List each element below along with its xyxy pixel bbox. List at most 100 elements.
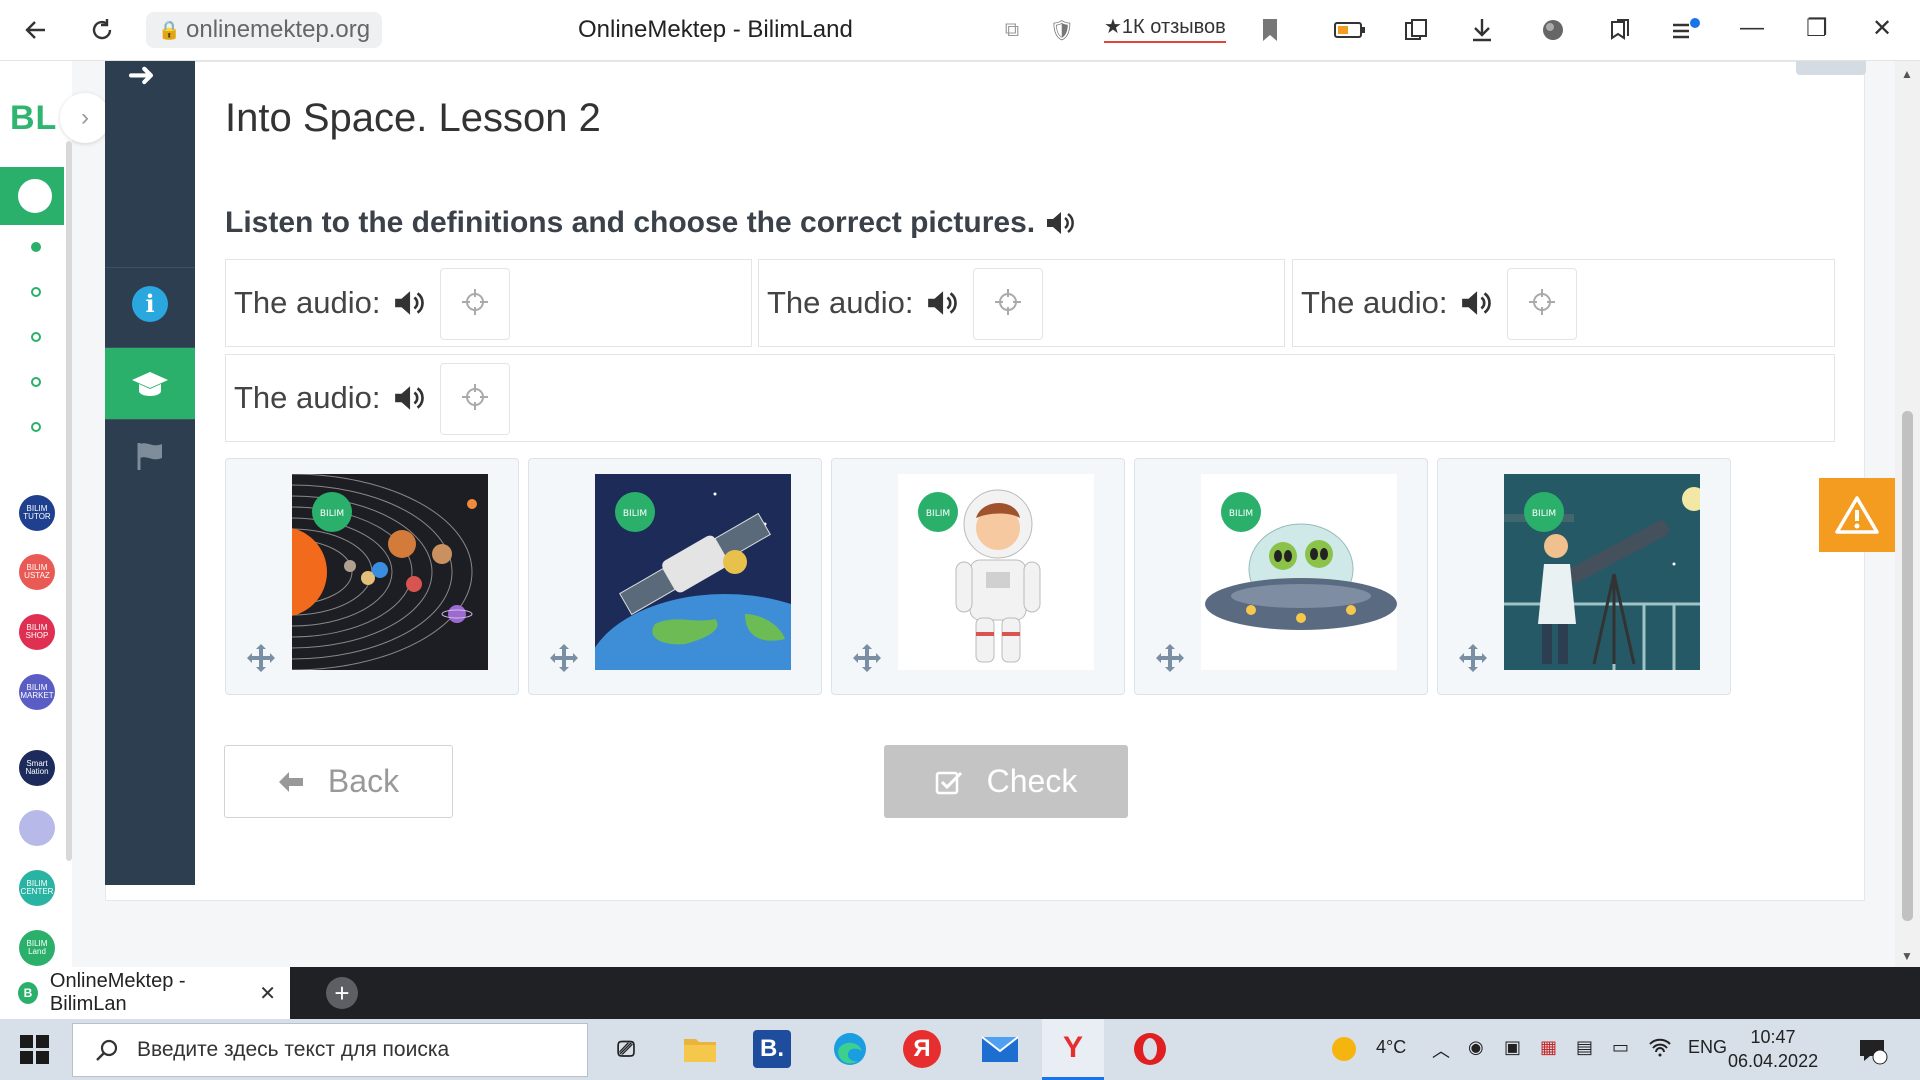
share-icon[interactable]: ⧉ [994,12,1030,48]
lesson-button[interactable] [105,347,195,419]
drop-target[interactable] [440,363,510,435]
info-button[interactable]: i [105,267,195,339]
site-app-icon[interactable]: BILIM CENTER [19,870,55,906]
close-window-icon[interactable]: ✕ [1872,14,1892,43]
clock[interactable]: 10:47 06.04.2022 [1728,1025,1818,1073]
drag-handle-icon[interactable] [246,643,276,681]
back-button[interactable]: Back [224,745,453,818]
collections-icon[interactable] [1398,12,1434,48]
check-button[interactable]: Check [884,745,1128,818]
task-view-icon[interactable]: ⎚ [604,1027,648,1071]
tray-record-icon[interactable]: ◉ [1468,1037,1484,1058]
site-app-icon[interactable]: Smart Nation [19,750,55,786]
slot-label: The audio: [234,285,381,320]
drag-handle-icon[interactable] [852,643,882,681]
nav-dot-1[interactable] [31,242,41,252]
back-arrow-icon[interactable] [18,12,54,48]
windows-start-icon[interactable] [20,1035,50,1065]
site-app-icon[interactable]: BILIM SHOP [19,614,55,650]
reviews-link[interactable]: ★1К отзывов [1104,14,1226,43]
nav-dot-3[interactable] [31,332,41,342]
notifications-icon[interactable] [1858,1037,1888,1070]
speaker-icon[interactable] [1460,289,1492,317]
site-app-icon[interactable]: BILIM USTAZ [19,554,55,590]
url-text: onlinemektep.org [186,16,371,43]
site-app-icon[interactable]: BILIM TUTOR [19,495,55,531]
tray-app-icon[interactable]: ▦ [1540,1037,1557,1058]
battery-icon[interactable] [1332,12,1368,48]
drag-handle-icon[interactable] [1458,643,1488,681]
back-label: Back [327,763,400,799]
tray-battery-icon[interactable]: ▭ [1612,1037,1629,1058]
temperature[interactable]: 4°C [1376,1037,1406,1058]
bilimland-logo[interactable]: BL [10,99,57,138]
bookmark-icon[interactable] [1252,12,1288,48]
restore-icon[interactable]: ❐ [1806,14,1828,43]
tray-monitor-icon[interactable]: ▤ [1576,1037,1593,1058]
drag-handle-icon[interactable] [549,643,579,681]
picture-card[interactable]: BILIM [1134,458,1428,695]
lesson-title: Into Space. Lesson 2 [225,96,601,140]
task-instruction: Listen to the definitions and choose the… [225,206,1075,240]
sidebar-scrollbar[interactable] [66,141,72,861]
mail-icon[interactable] [978,1027,1022,1071]
opera-icon[interactable] [1128,1027,1172,1071]
file-explorer-icon[interactable] [678,1027,722,1071]
drop-target[interactable] [440,268,510,340]
speaker-icon[interactable] [1045,210,1075,236]
download-icon[interactable] [1464,12,1500,48]
expand-sidebar-icon[interactable]: › [60,93,110,143]
scroll-up-icon[interactable]: ▲ [1901,67,1913,81]
checkbox-icon [935,771,962,794]
speaker-icon[interactable] [393,384,425,412]
onlinemektep-app-button[interactable] [0,167,64,225]
address-bar[interactable]: 🔒 onlinemektep.org [146,12,383,48]
onlinemektep-logo-icon [16,177,54,215]
edge-browser-icon[interactable] [828,1027,872,1071]
yandex-icon[interactable]: Я [903,1030,941,1068]
picture-card[interactable]: BILIM [225,458,519,695]
astronaut-image: BILIM [898,474,1094,670]
tray-camera-icon[interactable]: ▣ [1504,1037,1521,1058]
report-issue-button[interactable] [1819,478,1895,552]
flag-button[interactable] [105,419,195,491]
drag-handle-icon[interactable] [1155,643,1185,681]
menu-icon[interactable] [1668,12,1704,48]
slot-label: The audio: [234,380,381,415]
vpn-globe-icon[interactable] [1535,12,1571,48]
picture-card[interactable]: BILIM [1437,458,1731,695]
wifi-icon[interactable] [1648,1037,1672,1062]
site-app-icon[interactable]: BILIM MARKET [19,674,55,710]
nav-dot-4[interactable] [31,377,41,387]
scrollbar-thumb[interactable] [1902,411,1913,921]
svg-text:BILIM: BILIM [320,509,344,519]
speaker-icon[interactable] [926,289,958,317]
yandex-browser-icon[interactable]: Y [1042,1019,1104,1080]
site-app-icon[interactable]: BILIM Land [19,930,55,966]
minimize-icon[interactable]: — [1740,14,1764,42]
protect-icon[interactable]: 🛡 [1044,12,1080,48]
vk-app-icon[interactable]: B. [753,1030,791,1068]
extensions-icon[interactable] [1602,12,1638,48]
tab-onlinemektep[interactable]: B OnlineMektep - BilimLan ✕ [0,967,290,1019]
scroll-down-icon[interactable]: ▼ [1901,949,1913,963]
collapse-tab[interactable] [1796,61,1866,75]
weather-sun-icon[interactable] [1330,1035,1358,1068]
new-tab-button[interactable]: + [326,977,358,1009]
drop-target[interactable] [1507,268,1577,340]
tray-expand-icon[interactable]: ︿ [1432,1037,1450,1063]
nav-dot-2[interactable] [31,287,41,297]
taskbar-search[interactable]: Введите здесь текст для поиска [72,1023,588,1077]
site-app-icon[interactable] [19,810,55,846]
language-indicator[interactable]: ENG [1688,1037,1727,1058]
drop-target[interactable] [973,268,1043,340]
speaker-icon[interactable] [393,289,425,317]
picture-card[interactable]: BILIM [831,458,1125,695]
exit-arrow-icon[interactable]: ➜ [127,55,156,95]
page-scrollbar[interactable]: ▲ ▼ [1895,61,1920,967]
reload-icon[interactable] [84,12,120,48]
nav-dot-5[interactable] [31,422,41,432]
picture-card[interactable]: BILIM [528,458,822,695]
crosshair-icon [1527,287,1557,322]
tab-close-icon[interactable]: ✕ [259,981,276,1006]
